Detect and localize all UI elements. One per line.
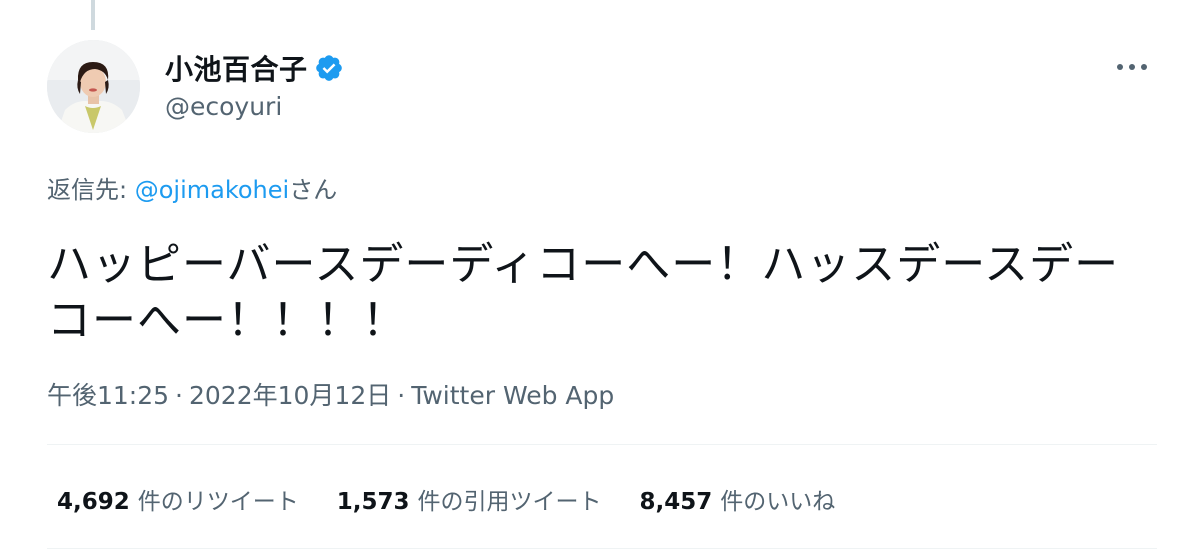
likes-stat[interactable]: 8,457 件のいいね: [640, 482, 836, 516]
tweet-metadata: 午後11:25 · 2022年10月12日 · Twitter Web App: [47, 376, 614, 412]
divider: [47, 548, 1157, 549]
reply-context: 返信先: @ojimakoheiさん: [47, 170, 337, 205]
avatar-image: [47, 40, 140, 133]
thread-connector-line: [91, 0, 95, 30]
avatar[interactable]: [47, 40, 140, 133]
display-name[interactable]: 小池百合子: [165, 48, 308, 88]
author-block: 小池百合子 @ecoyuri: [165, 48, 344, 121]
quote-count: 1,573: [336, 489, 410, 515]
quote-tweets-stat[interactable]: 1,573 件の引用ツイート: [337, 482, 602, 516]
verified-badge-icon: [314, 53, 344, 83]
reply-prefix: 返信先:: [47, 176, 135, 204]
divider: [47, 444, 1157, 445]
meta-separator: ·: [175, 381, 183, 410]
reply-suffix: さん: [289, 176, 338, 204]
retweets-stat[interactable]: 4,692 件のリツイート: [57, 482, 299, 516]
retweet-label: 件のリツイート: [137, 489, 299, 515]
reply-mention-link[interactable]: @ojimakohei: [135, 176, 289, 204]
like-count: 8,457: [639, 489, 713, 515]
tweet-time-link[interactable]: 午後11:25: [47, 381, 169, 410]
meta-separator: ·: [397, 381, 406, 410]
display-name-row: 小池百合子: [165, 48, 344, 88]
quote-label: 件の引用ツイート: [417, 489, 602, 515]
more-dots-icon: [1117, 64, 1147, 70]
retweet-count: 4,692: [57, 489, 130, 515]
more-options-button[interactable]: [1112, 52, 1152, 82]
tweet-date-link[interactable]: 2022年10月12日: [189, 381, 391, 410]
author-handle[interactable]: @ecoyuri: [165, 92, 344, 121]
engagement-stats: 4,692 件のリツイート 1,573 件の引用ツイート 8,457 件のいいね: [57, 482, 873, 516]
tweet-text: ハッピーバースデーディコーへー！ハッスデースデーコーへー！！！！: [47, 239, 1120, 346]
like-label: 件のいいね: [720, 489, 836, 515]
tweet-source: Twitter Web App: [411, 381, 615, 410]
